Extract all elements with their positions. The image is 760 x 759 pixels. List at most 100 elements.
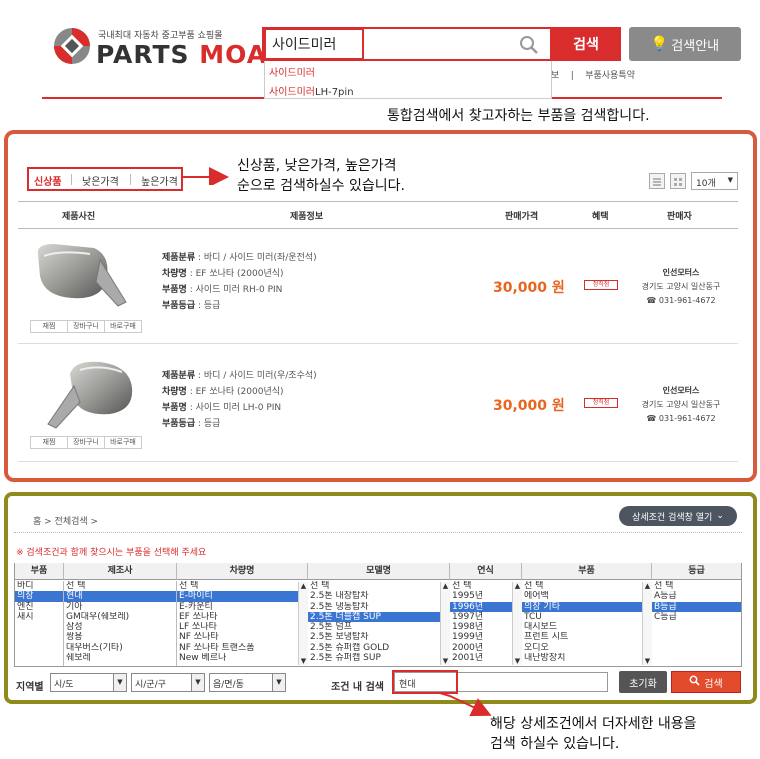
filter-list-part-detail[interactable]: 선 택 에어백 의장 기타 TCU 대시보드 프런트 시트 오디오 내난방장치 <box>522 581 642 666</box>
filter-list-maker[interactable]: 선 택 현대 기아 GM대우(쉐보레) 삼성 쌍용 대우버스(기타) 쉐보레 <box>64 581 177 666</box>
detail-search-label: 검색 <box>704 678 723 690</box>
list-item[interactable]: A등급 <box>652 591 741 601</box>
list-item[interactable]: 2.5톤 보냉탑차 <box>308 632 440 642</box>
col-header-seller: 판매자 <box>667 212 692 222</box>
list-item[interactable]: 의장 기타 <box>522 601 642 612</box>
list-item[interactable]: LF 쏘나타 <box>177 622 298 632</box>
list-item[interactable]: 프런트 시트 <box>522 632 642 642</box>
list-item[interactable]: E-마이티 <box>177 591 298 602</box>
list-item[interactable]: 선 택 <box>308 581 440 591</box>
region-select-town[interactable]: 읍/면/동 ▼ <box>209 673 286 692</box>
cart-button[interactable]: 장바구니 <box>68 437 105 448</box>
scrollbar[interactable]: ▲ ▼ <box>298 582 308 665</box>
product-part-name[interactable]: 사이드 미러 RH-0 PIN <box>196 285 283 295</box>
list-item[interactable]: GM대우(쉐보레) <box>64 612 176 622</box>
col-header-benefit: 혜택 <box>592 212 609 222</box>
scroll-up-icon[interactable]: ▲ <box>645 582 650 590</box>
list-view-icon[interactable] <box>649 173 665 189</box>
list-item[interactable]: 1995년 <box>450 591 512 601</box>
list-item[interactable]: 에어백 <box>522 591 642 601</box>
product-thumbnail[interactable] <box>30 236 142 318</box>
scrollbar[interactable]: ▲ ▼ <box>642 582 652 665</box>
scroll-down-icon[interactable]: ▼ <box>645 657 650 665</box>
list-item[interactable]: B등급 <box>652 601 741 612</box>
scroll-up-icon[interactable]: ▲ <box>515 582 520 590</box>
product-part-name[interactable]: 사이드 미러 LH-0 PIN <box>196 403 282 413</box>
scroll-down-icon[interactable]: ▼ <box>301 657 306 665</box>
list-item[interactable]: 2.5톤 내장탑차 <box>308 591 440 601</box>
list-item[interactable]: New 베르나 <box>177 653 298 663</box>
list-item[interactable]: 선 택 <box>450 581 512 591</box>
list-item[interactable]: 쉐보레 <box>64 653 176 663</box>
list-item[interactable]: 2.5톤 더블캡 SUP <box>308 611 440 623</box>
list-item[interactable]: 1999년 <box>450 632 512 642</box>
list-item[interactable]: 삼성 <box>64 622 176 632</box>
seller-name[interactable]: 인선모터스 <box>626 384 736 398</box>
annotation-sort-line2: 순으로 검색하실수 있습니다. <box>237 178 405 194</box>
list-item[interactable]: 의장 <box>15 591 63 602</box>
scroll-up-icon[interactable]: ▲ <box>301 582 306 590</box>
detail-search-button[interactable]: 검색 <box>671 671 741 693</box>
reset-button[interactable]: 초기화 <box>619 671 667 693</box>
scroll-up-icon[interactable]: ▲ <box>443 582 448 590</box>
list-item[interactable]: 엔진 <box>15 602 63 612</box>
filter-list-grade[interactable]: 선 택 A등급 B등급 C등급 <box>652 581 741 666</box>
list-item[interactable]: 새시 <box>15 612 63 622</box>
list-item[interactable]: 2.5톤 냉동탑차 <box>308 602 440 612</box>
list-item[interactable]: NF 쏘나타 트랜스폼 <box>177 643 298 653</box>
list-item[interactable]: 2.5톤 덤프 <box>308 622 440 632</box>
product-thumbnail[interactable] <box>30 352 142 434</box>
list-item[interactable]: 기아 <box>64 602 176 612</box>
suggestion-item[interactable]: 사이드미러LH-7pin <box>265 80 551 99</box>
list-item[interactable]: 선 택 <box>177 581 298 591</box>
list-item[interactable]: 1996년 <box>450 601 512 612</box>
list-item[interactable]: C등급 <box>652 612 741 622</box>
list-item[interactable]: 오디오 <box>522 643 642 653</box>
grid-view-icon[interactable] <box>670 173 686 189</box>
sort-high-price[interactable]: 높은가격 <box>141 173 178 188</box>
list-item[interactable]: 현대 <box>64 591 176 602</box>
list-item[interactable]: EF 쏘나타 <box>177 612 298 622</box>
items-per-page-select[interactable]: 10개 ▼ <box>691 172 738 190</box>
annotation-detail-line1: 해당 상세조건에서 더자세한 내용을 <box>490 716 697 732</box>
list-item[interactable]: NF 쏘나타 <box>177 632 298 642</box>
list-item[interactable]: 선 택 <box>64 581 176 591</box>
list-item[interactable]: 1998년 <box>450 622 512 632</box>
scroll-down-icon[interactable]: ▼ <box>443 657 448 665</box>
list-item[interactable]: 2.5톤 슈퍼캡 GOLD <box>308 643 440 653</box>
breadcrumb: 홈 > 전체검색 > <box>33 517 99 527</box>
sort-newest[interactable]: 신상품 <box>34 173 62 188</box>
list-item[interactable]: 바디 <box>15 581 63 591</box>
list-item[interactable]: TCU <box>522 612 642 622</box>
wishlist-button[interactable]: 재찜 <box>31 437 68 448</box>
buy-now-button[interactable]: 바로구매 <box>105 321 141 332</box>
filter-list-part[interactable]: 바디 의장 엔진 새시 <box>15 581 64 666</box>
seller-name[interactable]: 인선모터스 <box>626 266 736 280</box>
divider <box>18 228 738 229</box>
scroll-down-icon[interactable]: ▼ <box>515 657 520 665</box>
list-item[interactable]: 내난방장치 <box>522 653 642 663</box>
sort-low-price[interactable]: 낮은가격 <box>82 173 119 188</box>
list-item[interactable]: 2001년 <box>450 653 512 663</box>
list-item[interactable]: 쌍용 <box>64 632 176 642</box>
detail-search-toggle-button[interactable]: 상세조건 검색창 열기 ⌄ <box>619 506 737 526</box>
region-select-city[interactable]: 시/군/구 ▼ <box>131 673 205 692</box>
region-select-province[interactable]: 시/도 ▼ <box>50 673 127 692</box>
list-item[interactable]: 2.5톤 슈퍼캡 SUP <box>308 653 440 663</box>
buy-now-button[interactable]: 바로구매 <box>105 437 141 448</box>
list-item[interactable]: E-카운티 <box>177 602 298 612</box>
suggestion-item[interactable]: 사이드미러 <box>265 61 551 80</box>
filter-list-car[interactable]: 선 택 E-마이티 E-카운티 EF 쏘나타 LF 쏘나타 NF 쏘나타 NF … <box>177 581 298 666</box>
wishlist-button[interactable]: 재찜 <box>31 321 68 332</box>
list-item[interactable]: 2000년 <box>450 643 512 653</box>
list-item[interactable]: 대시보드 <box>522 622 642 632</box>
list-item[interactable]: 대우버스(기타) <box>64 643 176 653</box>
cart-button[interactable]: 장바구니 <box>68 321 105 332</box>
list-item[interactable]: 1997년 <box>450 612 512 622</box>
scrollbar[interactable]: ▲ ▼ <box>440 582 450 665</box>
list-item[interactable]: 선 택 <box>652 581 741 591</box>
list-item[interactable]: 선 택 <box>522 581 642 591</box>
scrollbar[interactable]: ▲ ▼ <box>512 582 522 665</box>
filter-list-model[interactable]: 선 택 2.5톤 내장탑차 2.5톤 냉동탑차 2.5톤 더블캡 SUP 2.5… <box>308 581 440 666</box>
filter-list-year[interactable]: 선 택 1995년 1996년 1997년 1998년 1999년 2000년 … <box>450 581 512 666</box>
